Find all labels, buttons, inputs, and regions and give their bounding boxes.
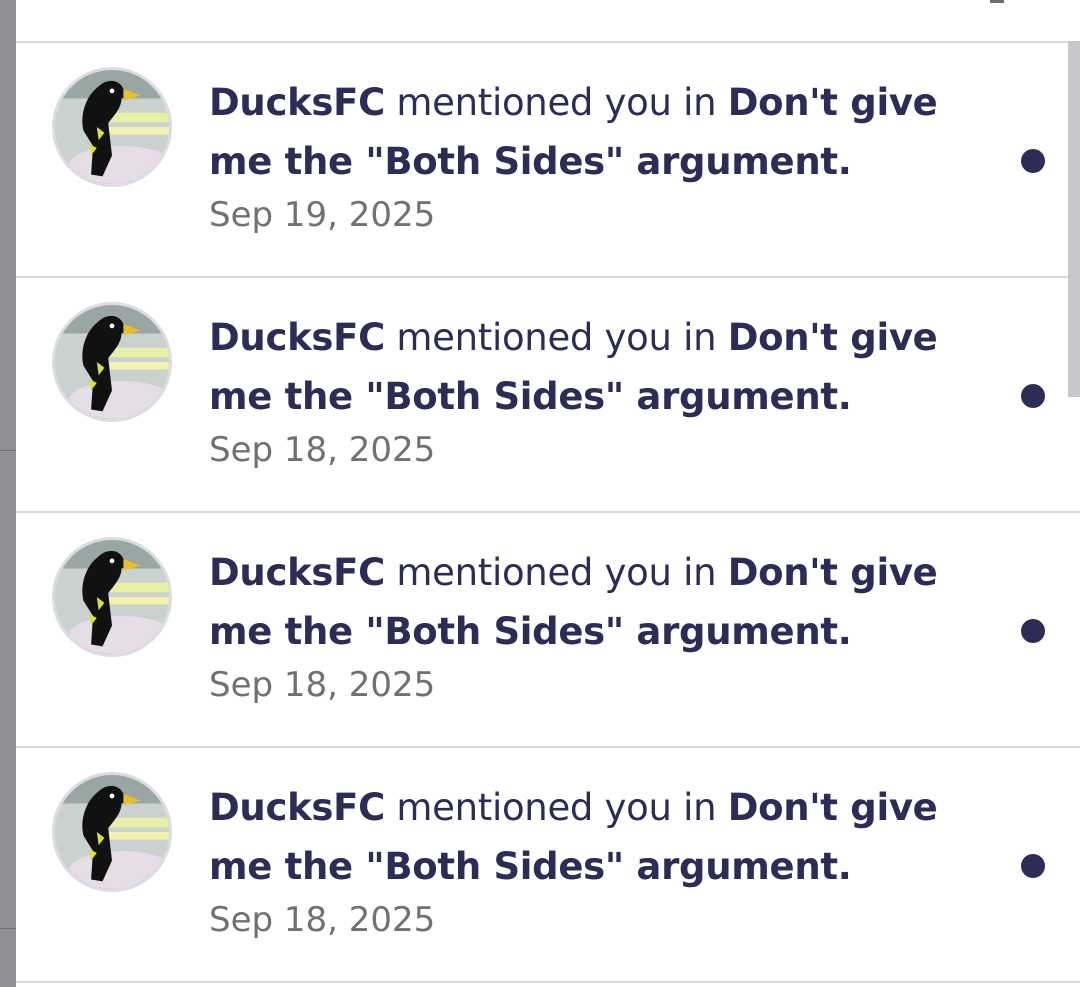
avatar[interactable] (52, 772, 172, 892)
unread-dot-icon[interactable] (1021, 854, 1045, 878)
edge-divider (0, 928, 16, 929)
scrollbar[interactable] (1068, 41, 1080, 397)
duck-mascot-icon (55, 540, 169, 654)
notification-text[interactable]: DucksFC mentioned you in Don't give me t… (209, 73, 999, 191)
avatar[interactable] (52, 537, 172, 657)
duck-mascot-icon (55, 305, 169, 419)
notification-date: Sep 19, 2025 (209, 195, 436, 235)
notification-user[interactable]: DucksFC (209, 786, 385, 829)
notification-text[interactable]: DucksFC mentioned you in Don't give me t… (209, 778, 999, 896)
notification-item[interactable]: DucksFC mentioned you in Don't give me t… (16, 278, 1080, 513)
notification-date: Sep 18, 2025 (209, 900, 436, 940)
notification-user[interactable]: DucksFC (209, 551, 385, 594)
background-page-edge (0, 0, 16, 987)
unread-dot-icon[interactable] (1021, 149, 1045, 173)
panel-header (16, 0, 1080, 43)
duck-mascot-icon (55, 70, 169, 184)
notification-item[interactable]: DucksFC mentioned you in Don't give me t… (16, 748, 1080, 983)
edge-divider (0, 450, 16, 451)
notifications-panel: DucksFC mentioned you in Don't give me t… (16, 0, 1080, 987)
notification-action: mentioned you in (384, 81, 728, 124)
header-control-icon[interactable] (990, 0, 1004, 3)
notification-item[interactable]: DucksFC mentioned you in Don't give me t… (16, 513, 1080, 748)
unread-dot-icon[interactable] (1021, 619, 1045, 643)
notification-item[interactable]: DucksFC mentioned you in Don't give me t… (16, 43, 1080, 278)
avatar[interactable] (52, 302, 172, 422)
notifications-page: DucksFC mentioned you in Don't give me t… (0, 0, 1080, 987)
notification-date: Sep 18, 2025 (209, 665, 436, 705)
notification-action: mentioned you in (384, 551, 728, 594)
notification-user[interactable]: DucksFC (209, 81, 385, 124)
notification-action: mentioned you in (384, 316, 728, 359)
duck-mascot-icon (55, 775, 169, 889)
notification-text[interactable]: DucksFC mentioned you in Don't give me t… (209, 543, 999, 661)
avatar[interactable] (52, 67, 172, 187)
notification-action: mentioned you in (384, 786, 728, 829)
notification-date: Sep 18, 2025 (209, 430, 436, 470)
unread-dot-icon[interactable] (1021, 384, 1045, 408)
notification-text[interactable]: DucksFC mentioned you in Don't give me t… (209, 308, 999, 426)
notification-user[interactable]: DucksFC (209, 316, 385, 359)
